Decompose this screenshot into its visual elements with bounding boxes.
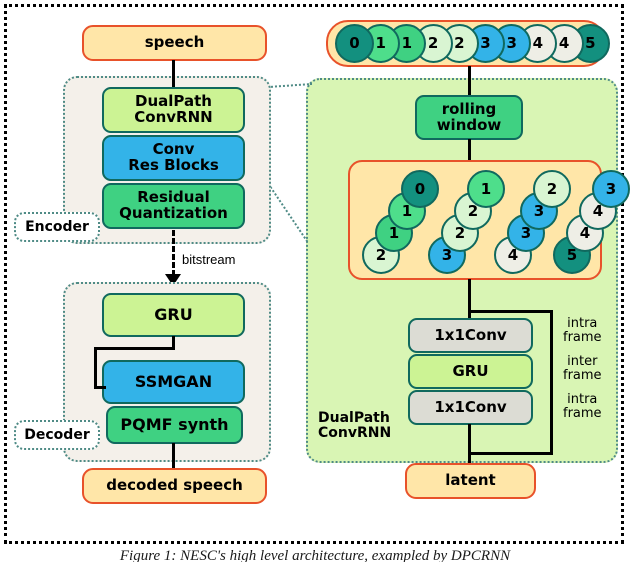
sequence-strip-panel: 0112233445 bbox=[326, 20, 610, 67]
frame-label-inter-line1: inter bbox=[567, 354, 598, 369]
frame-label-inter: inter frame bbox=[563, 355, 602, 382]
window-circle: 0 bbox=[401, 170, 439, 208]
bitstream-label: bitstream bbox=[182, 252, 236, 267]
dualpath-block-gru-label: GRU bbox=[452, 361, 489, 380]
rolling-window-grid-panel: 0112122323343445 bbox=[348, 160, 630, 280]
skip-connection-right bbox=[550, 310, 553, 455]
encoder-block-dualpath-convrnn-line2: ConvRNN bbox=[134, 108, 213, 126]
dualpath-convrnn-region-label-line1: DualPath bbox=[318, 410, 390, 426]
dualpath-convrnn-region-label-line2: ConvRNN bbox=[318, 425, 392, 442]
grid-to-dualpath-connector bbox=[468, 279, 471, 320]
gru-to-ssmgan-segment-2 bbox=[95, 347, 175, 350]
decoder-block-gru: GRU bbox=[102, 293, 245, 337]
encoder-block-residual-quantization-line2: Quantization bbox=[119, 204, 228, 222]
frame-label-intra-top-line2: frame bbox=[563, 329, 602, 345]
decoded-speech-box: decoded speech bbox=[82, 468, 267, 504]
frame-label-inter-line2: frame bbox=[563, 367, 602, 383]
dualpath-to-latent-connector bbox=[468, 424, 471, 464]
decoder-block-ssmgan-label: SSMGAN bbox=[134, 371, 213, 391]
figure-caption: Figure 1: NESC's high level architecture… bbox=[119, 548, 511, 562]
decoder-block-pqmf-synth: PQMF synth bbox=[106, 406, 243, 444]
strip-to-rolling-window-connector bbox=[468, 66, 471, 96]
dualpath-block-1x1conv-bottom-label: 1x1Conv bbox=[434, 397, 507, 416]
bitstream-connector bbox=[172, 230, 175, 276]
rolling-window-box: rolling window bbox=[415, 95, 523, 140]
rolling-window-to-grid-connector bbox=[468, 139, 471, 161]
skip-connection-top bbox=[468, 310, 553, 313]
window-circle: 3 bbox=[592, 170, 630, 208]
dualpath-block-gru: GRU bbox=[408, 354, 533, 389]
decoder-label-box: Decoder bbox=[14, 420, 100, 450]
decoder-label: Decoder bbox=[24, 427, 90, 443]
encoder-block-conv-res-blocks-line2: Res Blocks bbox=[128, 156, 219, 174]
dualpath-block-1x1conv-top: 1x1Conv bbox=[408, 318, 533, 353]
decoded-speech-label: decoded speech bbox=[106, 476, 243, 495]
frame-label-intra-bottom-line2: frame bbox=[563, 405, 602, 421]
decoder-block-gru-label: GRU bbox=[154, 304, 193, 324]
encoder-block-conv-res-blocks: Conv Res Blocks bbox=[102, 135, 245, 181]
decoder-block-pqmf-synth-label: PQMF synth bbox=[120, 414, 229, 434]
latent-label: latent bbox=[445, 471, 496, 490]
frame-label-intra-bottom: intra frame bbox=[563, 393, 602, 420]
speech-box: speech bbox=[82, 25, 267, 61]
dualpath-block-1x1conv-top-label: 1x1Conv bbox=[434, 325, 507, 344]
frame-label-intra-top-line1: intra bbox=[567, 316, 598, 331]
figure-root: Encoder speech DualPath ConvRNN Conv Res… bbox=[0, 0, 630, 562]
gru-to-ssmgan-segment-4 bbox=[94, 386, 106, 389]
frame-label-intra-bottom-line1: intra bbox=[567, 392, 598, 407]
rolling-window-label-line2: window bbox=[436, 115, 502, 134]
encoder-block-residual-quantization: Residual Quantization bbox=[102, 183, 245, 229]
speech-label: speech bbox=[144, 33, 205, 52]
skip-connection-bottom bbox=[468, 452, 553, 455]
speech-to-encoder-connector bbox=[172, 60, 175, 89]
dualpath-convrnn-region-label: DualPath ConvRNN bbox=[318, 410, 392, 442]
dualpath-block-1x1conv-bottom: 1x1Conv bbox=[408, 390, 533, 425]
window-circle: 2 bbox=[533, 170, 571, 208]
encoder-label-box: Encoder bbox=[14, 212, 100, 242]
sequence-circle: 0 bbox=[335, 23, 374, 63]
encoder-label: Encoder bbox=[25, 219, 89, 235]
gru-to-ssmgan-segment-3 bbox=[94, 347, 97, 388]
window-circle: 1 bbox=[467, 170, 505, 208]
decoder-to-output-connector bbox=[172, 443, 175, 470]
frame-label-intra-top: intra frame bbox=[563, 317, 602, 344]
decoder-block-ssmgan: SSMGAN bbox=[102, 360, 245, 404]
latent-box: latent bbox=[405, 463, 536, 499]
encoder-block-dualpath-convrnn: DualPath ConvRNN bbox=[102, 87, 245, 133]
